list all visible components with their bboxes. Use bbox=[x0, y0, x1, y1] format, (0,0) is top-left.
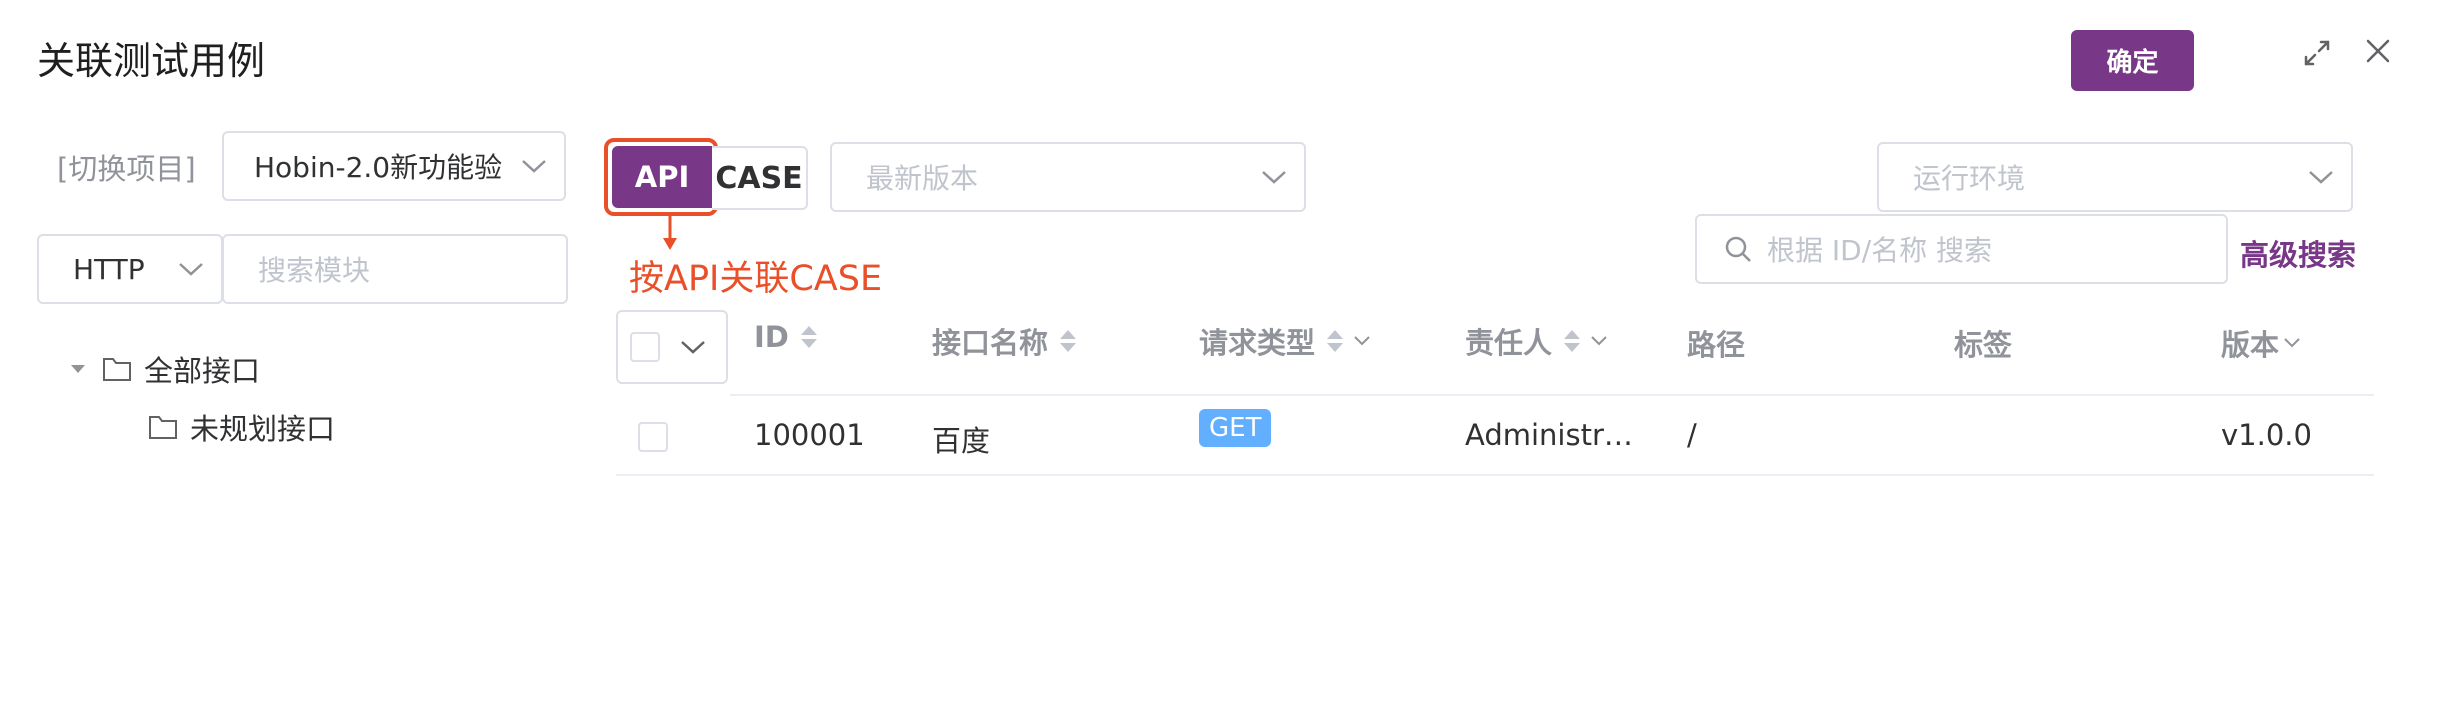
cell-version: v1.0.0 bbox=[2221, 418, 2312, 452]
tree-node-label: 全部接口 bbox=[144, 354, 261, 388]
chevron-down-icon bbox=[2291, 169, 2351, 185]
column-header-label: ID bbox=[754, 320, 789, 354]
sort-icon[interactable] bbox=[1060, 330, 1077, 352]
column-header-label: 请求类型 bbox=[1199, 326, 1316, 360]
column-header-method[interactable]: 请求类型 bbox=[1199, 320, 1371, 362]
protocol-select[interactable]: HTTP bbox=[37, 234, 223, 304]
filter-chevron-icon[interactable] bbox=[1590, 335, 1608, 347]
cell-path: / bbox=[1687, 418, 1697, 452]
row-checkbox[interactable] bbox=[638, 422, 668, 452]
chevron-down-icon[interactable] bbox=[680, 339, 706, 355]
module-search-placeholder: 搜索模块 bbox=[258, 254, 371, 287]
column-header-id[interactable]: ID bbox=[754, 320, 817, 354]
table-row[interactable]: 100001 百度 GET Administr… / v1.0.0 bbox=[616, 396, 2374, 474]
close-icon[interactable] bbox=[2359, 32, 2397, 70]
annotation-arrow-icon bbox=[663, 216, 677, 250]
filter-chevron-icon[interactable] bbox=[1353, 335, 1371, 347]
sort-icon[interactable] bbox=[1564, 330, 1581, 352]
method-badge: GET bbox=[1199, 409, 1272, 447]
api-search-placeholder: 根据 ID/名称 搜索 bbox=[1767, 234, 1993, 267]
sort-icon[interactable] bbox=[800, 326, 817, 348]
folder-icon bbox=[103, 358, 131, 381]
project-select-value: Hobin-2.0新功能验 bbox=[254, 151, 503, 184]
tree-node-label: 未规划接口 bbox=[190, 412, 336, 446]
switch-project-label: [切换项目] bbox=[57, 152, 196, 186]
column-header-label: 版本 bbox=[2221, 328, 2280, 362]
expand-icon[interactable] bbox=[2298, 34, 2336, 72]
project-select[interactable]: Hobin-2.0新功能验 bbox=[222, 131, 566, 201]
column-header-label: 路径 bbox=[1687, 328, 1746, 362]
column-header-label: 标签 bbox=[1954, 328, 2013, 362]
caret-down-icon[interactable] bbox=[68, 362, 88, 376]
advanced-search-link[interactable]: 高级搜索 bbox=[2240, 232, 2356, 274]
column-header-version[interactable]: 版本 bbox=[2221, 322, 2301, 364]
environment-select-placeholder: 运行环境 bbox=[1913, 162, 2026, 195]
tree-node-all-apis[interactable]: 全部接口 bbox=[68, 348, 260, 390]
cell-name: 百度 bbox=[932, 424, 991, 458]
cell-owner: Administr… bbox=[1465, 418, 1633, 452]
column-header-label: 责任人 bbox=[1465, 326, 1553, 360]
annotation-highlight-box bbox=[604, 138, 718, 216]
version-select[interactable]: 最新版本 bbox=[830, 142, 1306, 212]
case-toggle-button[interactable]: CASE bbox=[712, 146, 808, 210]
column-header-path: 路径 bbox=[1687, 322, 1745, 364]
annotation-text: 按API关联CASE bbox=[629, 259, 883, 299]
chevron-down-icon bbox=[504, 158, 564, 174]
filter-chevron-icon[interactable] bbox=[2283, 337, 2301, 349]
protocol-select-value: HTTP bbox=[73, 252, 145, 286]
search-icon bbox=[1725, 236, 1751, 262]
column-header-owner[interactable]: 责任人 bbox=[1465, 320, 1608, 362]
chevron-down-icon bbox=[161, 261, 221, 277]
api-search-input[interactable]: 根据 ID/名称 搜索 bbox=[1695, 214, 2228, 284]
environment-select[interactable]: 运行环境 bbox=[1877, 142, 2353, 212]
cell-id: 100001 bbox=[754, 418, 865, 452]
column-header-tags: 标签 bbox=[1954, 322, 2012, 364]
select-all-dropdown[interactable] bbox=[616, 310, 728, 384]
module-search-input[interactable]: 搜索模块 bbox=[222, 234, 568, 304]
confirm-button[interactable]: 确定 bbox=[2071, 30, 2194, 91]
cell-method: GET bbox=[1199, 409, 1272, 447]
chevron-down-icon bbox=[1244, 169, 1304, 185]
column-header-label: 接口名称 bbox=[932, 326, 1049, 360]
sort-icon[interactable] bbox=[1327, 330, 1344, 352]
folder-icon bbox=[149, 416, 177, 439]
version-select-placeholder: 最新版本 bbox=[866, 162, 979, 195]
select-all-checkbox[interactable] bbox=[630, 332, 660, 362]
table-row-divider bbox=[616, 474, 2374, 476]
tree-node-unplanned-apis[interactable]: 未规划接口 bbox=[148, 406, 335, 448]
column-header-name[interactable]: 接口名称 bbox=[932, 320, 1077, 362]
dialog-title: 关联测试用例 bbox=[37, 39, 266, 83]
